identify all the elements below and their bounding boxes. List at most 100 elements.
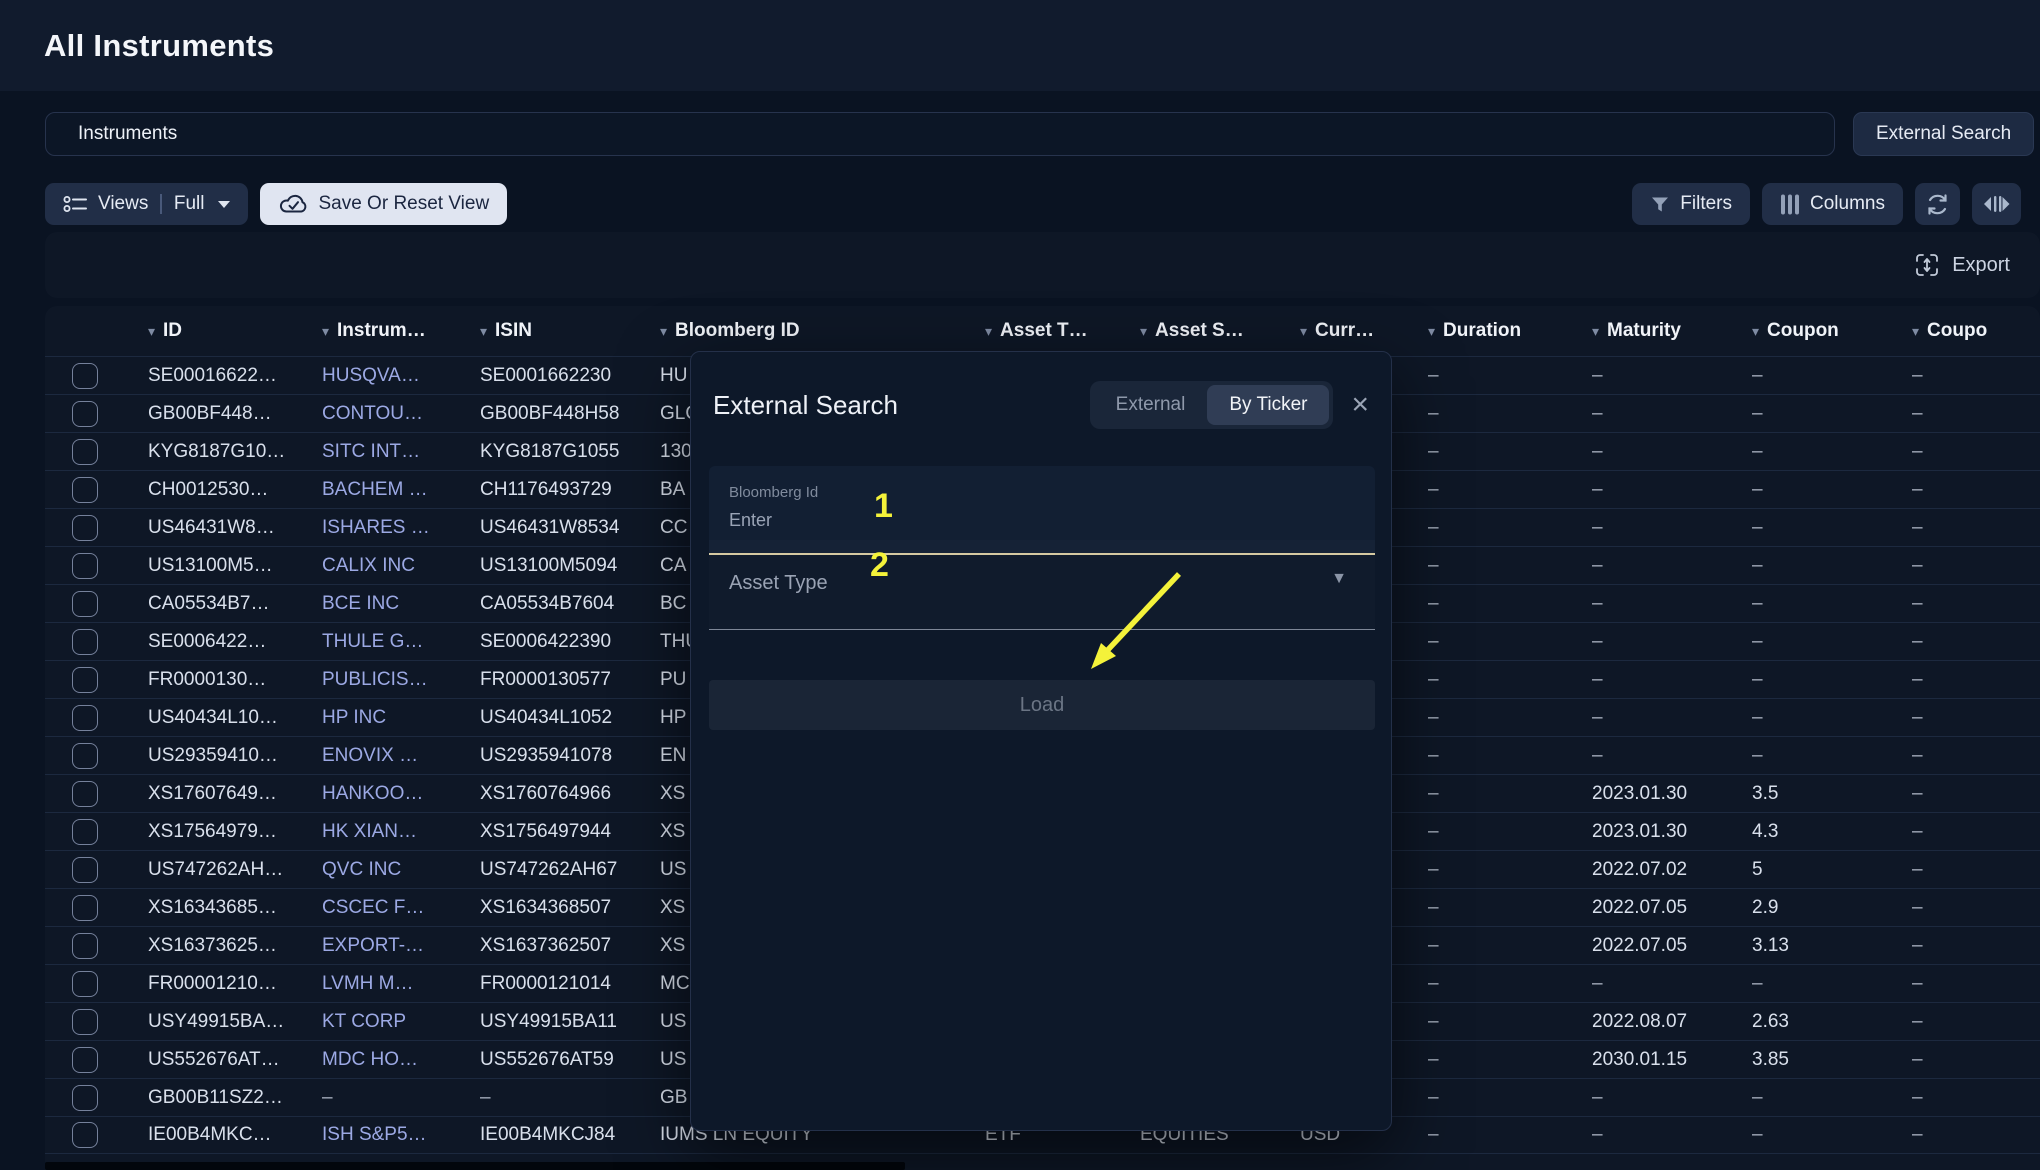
cell-coupo: –	[1904, 517, 2040, 539]
instrument-link[interactable]: ISH S&P5…	[314, 1124, 472, 1146]
row-checkbox[interactable]	[72, 1047, 98, 1073]
cell-maturity: –	[1584, 403, 1744, 425]
toolbar: Views Full Save Or Reset View Filters	[45, 183, 2021, 225]
column-header-label: Duration	[1443, 320, 1521, 342]
export-strip: Export	[45, 232, 2040, 298]
column-menu-icon[interactable]: ▾	[322, 323, 329, 340]
external-search-button[interactable]: External Search	[1853, 112, 2034, 156]
asset-type-select[interactable]: Asset Type ▼	[709, 540, 1375, 630]
cell-isin: US2935941078	[472, 745, 652, 767]
cell-id: GB00B11SZ2…	[140, 1087, 314, 1109]
cell-isin: FR0000121014	[472, 973, 652, 995]
cell-duration: –	[1420, 897, 1584, 919]
cell-id: SE00016622…	[140, 365, 314, 387]
row-checkbox[interactable]	[72, 515, 98, 541]
instrument-link[interactable]: HUSQVA…	[314, 365, 472, 387]
instrument-link[interactable]: ISHARES …	[314, 517, 472, 539]
instrument-link[interactable]: EXPORT-…	[314, 935, 472, 957]
instrument-link[interactable]: MDC HO…	[314, 1049, 472, 1071]
cell-duration: –	[1420, 859, 1584, 881]
row-checkbox[interactable]	[72, 439, 98, 465]
horizontal-scrollbar[interactable]	[45, 1162, 905, 1170]
row-checkbox[interactable]	[72, 819, 98, 845]
cell-isin: XS1637362507	[472, 935, 652, 957]
instrument-link[interactable]: SITC INT…	[314, 441, 472, 463]
instruments-search-input[interactable]: Instruments	[45, 112, 1835, 156]
column-header-label: Instrum…	[337, 320, 426, 342]
instrument-link[interactable]: PUBLICIS…	[314, 669, 472, 691]
cell-isin: USY49915BA11	[472, 1011, 652, 1033]
row-checkbox[interactable]	[72, 477, 98, 503]
views-selector-button[interactable]: Views Full	[45, 183, 248, 225]
row-checkbox[interactable]	[72, 781, 98, 807]
column-header-isin: ▾ISIN	[472, 320, 652, 342]
column-menu-icon[interactable]: ▾	[985, 323, 992, 340]
instrument-link[interactable]: LVMH M…	[314, 973, 472, 995]
column-menu-icon[interactable]: ▾	[660, 323, 667, 340]
cell-duration: –	[1420, 973, 1584, 995]
column-menu-icon[interactable]: ▾	[1752, 323, 1759, 340]
instrument-link[interactable]: ENOVIX …	[314, 745, 472, 767]
row-checkbox[interactable]	[72, 857, 98, 883]
column-header-asset-t: ▾ Asset T…	[977, 320, 1132, 342]
row-checkbox[interactable]	[72, 667, 98, 693]
row-checkbox[interactable]	[72, 1122, 98, 1148]
row-checkbox[interactable]	[72, 971, 98, 997]
instrument-link[interactable]: CALIX INC	[314, 555, 472, 577]
cell-maturity: –	[1584, 1124, 1744, 1146]
cell-maturity: –	[1584, 745, 1744, 767]
save-or-reset-view-button[interactable]: Save Or Reset View	[260, 183, 507, 225]
instrument-link[interactable]: QVC INC	[314, 859, 472, 881]
load-button[interactable]: Load	[709, 680, 1375, 730]
instrument-link[interactable]: BCE INC	[314, 593, 472, 615]
row-checkbox[interactable]	[72, 705, 98, 731]
row-checkbox[interactable]	[72, 401, 98, 427]
instrument-link[interactable]: KT CORP	[314, 1011, 472, 1033]
row-checkbox[interactable]	[72, 895, 98, 921]
refresh-button[interactable]	[1915, 183, 1960, 225]
instrument-link[interactable]: CONTOU…	[314, 403, 472, 425]
filters-button[interactable]: Filters	[1632, 183, 1750, 225]
close-icon[interactable]: ×	[1347, 390, 1373, 420]
column-menu-icon[interactable]: ▾	[1912, 323, 1919, 340]
column-menu-icon[interactable]: ▾	[1428, 323, 1435, 340]
row-checkbox[interactable]	[72, 363, 98, 389]
column-header-instrum: ▾ Instrum…	[314, 320, 472, 342]
cell-coupo: –	[1904, 631, 2040, 653]
instrument-link[interactable]: CSCEC F…	[314, 897, 472, 919]
column-menu-icon[interactable]: ▾	[1140, 323, 1147, 340]
cell-isin: US13100M5094	[472, 555, 652, 577]
column-menu-icon[interactable]: ▾	[1300, 323, 1307, 340]
instrument-link[interactable]: HK XIAN…	[314, 821, 472, 843]
column-menu-icon[interactable]: ▾	[148, 323, 155, 340]
row-checkbox[interactable]	[72, 743, 98, 769]
row-checkbox[interactable]	[72, 553, 98, 579]
cell-coupon: 3.13	[1744, 935, 1904, 957]
cell-id: XS17564979…	[140, 821, 314, 843]
instrument-link[interactable]: HANKOO…	[314, 783, 472, 805]
row-checkbox[interactable]	[72, 1085, 98, 1111]
tab-external[interactable]: External	[1094, 385, 1208, 425]
instrument-link[interactable]: BACHEM …	[314, 479, 472, 501]
collapse-expand-panels-button[interactable]	[1972, 183, 2021, 225]
cell-isin: GB00BF448H58	[472, 403, 652, 425]
row-checkbox[interactable]	[72, 591, 98, 617]
cell-id: CH0012530…	[140, 479, 314, 501]
instrument-link[interactable]: HP INC	[314, 707, 472, 729]
cell-id: US46431W8…	[140, 517, 314, 539]
tab-by-ticker[interactable]: By Ticker	[1207, 385, 1329, 425]
cell-coupon: –	[1744, 555, 1904, 577]
row-checkbox[interactable]	[72, 933, 98, 959]
cell-duration: –	[1420, 631, 1584, 653]
cell-maturity: –	[1584, 555, 1744, 577]
instrument-link[interactable]: THULE G…	[314, 631, 472, 653]
views-current-value: Full	[174, 193, 205, 215]
row-checkbox[interactable]	[72, 1009, 98, 1035]
export-button[interactable]: Export	[1914, 252, 2010, 278]
column-header-label: Asset T…	[1000, 320, 1088, 342]
cell-isin: US40434L1052	[472, 707, 652, 729]
row-checkbox[interactable]	[72, 629, 98, 655]
column-menu-icon[interactable]: ▾	[1592, 323, 1599, 340]
columns-button[interactable]: Columns	[1762, 183, 1903, 225]
column-menu-icon[interactable]: ▾	[480, 323, 487, 340]
